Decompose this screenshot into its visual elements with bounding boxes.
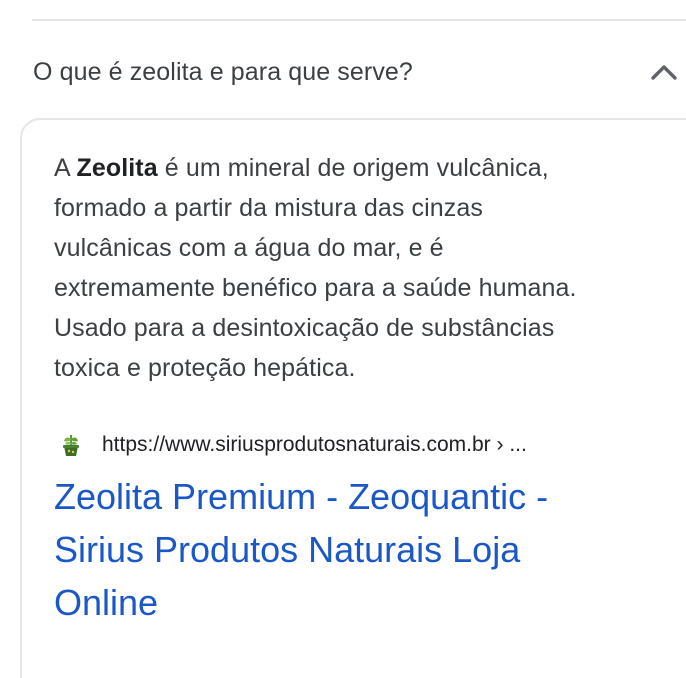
answer-line-3: vulcânicas com a água do mar, e é xyxy=(54,234,444,262)
result-title-line-1[interactable]: Zeolita Premium - Zeoquantic - xyxy=(54,470,674,523)
answer-line-2: formado a partir da mistura das cinzas xyxy=(54,194,483,222)
answer-keyword: Zeolita xyxy=(76,154,158,182)
answer-line-5: Usado para a desintoxicação de substânci… xyxy=(54,314,555,342)
answer-line-6: toxica e proteção hepática. xyxy=(54,354,356,382)
answer-prefix: A xyxy=(54,154,77,182)
result-title-link[interactable]: Zeolita Premium - Zeoquantic - Sirius Pr… xyxy=(54,470,674,629)
answer-suffix: é um mineral de origem vulcânica, xyxy=(157,154,549,182)
faq-question: O que é zeolita e para que serve? xyxy=(33,58,413,86)
plant-favicon-icon xyxy=(63,435,79,456)
faq-answer: A Zeolita é um mineral de origem vulcâni… xyxy=(54,148,654,388)
source-url[interactable]: https://www.siriusprodutosnaturais.com.b… xyxy=(102,432,527,458)
result-title-line-3[interactable]: Online xyxy=(54,576,674,629)
chevron-up-icon[interactable] xyxy=(647,57,681,85)
answer-line-1: A Zeolita é um mineral de origem vulcâni… xyxy=(54,148,654,188)
result-title-line-2[interactable]: Sirius Produtos Naturais Loja xyxy=(54,523,674,576)
faq-question-toggle[interactable]: O que é zeolita e para que serve? xyxy=(0,21,686,119)
answer-line-4: extremamente benéfico para a saúde human… xyxy=(54,274,577,302)
source-citation[interactable]: https://www.siriusprodutosnaturais.com.b… xyxy=(54,428,674,462)
